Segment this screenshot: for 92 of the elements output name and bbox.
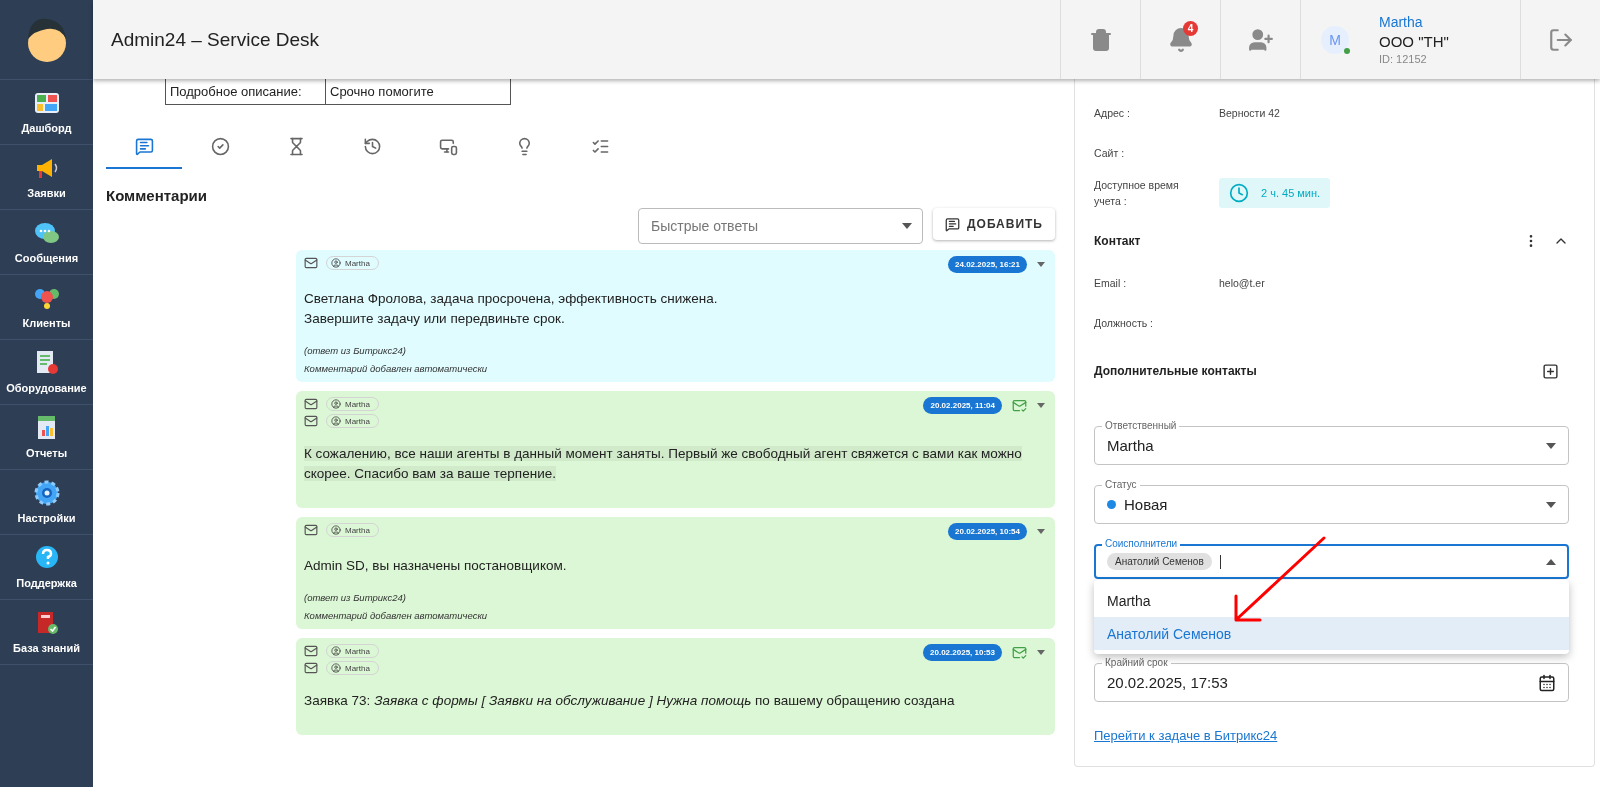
- date-badge: 24.02.2025, 16:21: [948, 256, 1027, 273]
- field-label: Соисполнители: [1102, 538, 1181, 550]
- company-name: ООО "ТН": [1379, 33, 1449, 50]
- date-badge: 20.02.2025, 10:53: [923, 644, 1002, 661]
- dashboard-icon: [33, 90, 60, 116]
- notifications-button[interactable]: 4: [1140, 0, 1220, 79]
- add-user-icon: [1247, 26, 1274, 53]
- dropdown-option[interactable]: Martha: [1094, 584, 1569, 617]
- bitrix-link[interactable]: Перейти к задаче в Битрикс24: [1094, 728, 1278, 743]
- check-circle-icon: [210, 136, 230, 156]
- comment-icon: [945, 216, 961, 232]
- comment-note: (ответ из Битрикс24): [304, 592, 407, 603]
- caret-icon[interactable]: [1037, 650, 1045, 655]
- user-name[interactable]: Martha: [1379, 14, 1449, 30]
- add-button[interactable]: ДОБАВИТЬ: [933, 208, 1055, 240]
- calendar-icon: [1538, 673, 1556, 692]
- field-label: Доступное время учета :: [1094, 178, 1180, 209]
- sidebar-item[interactable]: Сообщения: [0, 210, 93, 275]
- table-cell-text: Срочно помогите: [329, 83, 435, 101]
- section-title: Контакт: [1094, 234, 1141, 248]
- comment-note: (ответ из Битрикс24): [304, 345, 407, 356]
- deadline-field[interactable]: Крайний срок 20.02.2025, 17:53: [1094, 656, 1569, 702]
- field-label: Крайний срок: [1102, 657, 1171, 669]
- responsible-select[interactable]: Ответственный Martha: [1094, 419, 1569, 465]
- sidebar-item[interactable]: Оборудование: [0, 340, 93, 405]
- mail-icon: [304, 256, 318, 270]
- app-title: Admin24 – Service Desk: [110, 28, 321, 51]
- user-icon: [331, 663, 341, 673]
- caret-icon: [1546, 558, 1556, 565]
- coexecutors-select[interactable]: Соисполнители Анатолий Семенов: [1094, 537, 1569, 579]
- history-icon: [362, 136, 382, 156]
- mail-icon: [304, 661, 318, 675]
- caret-icon: [1546, 442, 1556, 449]
- devices-icon: [438, 136, 458, 156]
- field-value: helo@t.er: [1219, 277, 1265, 289]
- comment-text: К сожалению, все наши агенты в данный момент заняты. Первый же свободный агент свяжется с вами как можно скорее. Спасибо вам за ваше терпение.: [304, 445, 1023, 483]
- selected-chip[interactable]: Анатолий Семенов: [1107, 553, 1212, 570]
- sidebar-item[interactable]: Дашборд: [0, 80, 93, 145]
- sidebar-item[interactable]: Поддержка: [0, 535, 93, 600]
- logout-icon: [1547, 26, 1574, 53]
- add-contact-icon: [1542, 362, 1559, 380]
- mail-icon: [304, 644, 318, 658]
- field-value: Верности 42: [1219, 107, 1280, 119]
- user-icon: [331, 416, 341, 426]
- notification-badge: 4: [1183, 21, 1198, 36]
- field-label: Должность :: [1094, 316, 1154, 331]
- quick-replies-select[interactable]: Быстрые ответы: [638, 208, 924, 244]
- user-id: ID: 12152: [1379, 53, 1428, 65]
- user-avatar: M: [1321, 25, 1349, 54]
- caret-icon[interactable]: [1037, 529, 1045, 534]
- sidebar-item[interactable]: Заявки: [0, 145, 93, 210]
- table-cell: Подробное описание:: [166, 79, 326, 104]
- dropdown-option[interactable]: Анатолий Семенов: [1094, 617, 1569, 650]
- field-label: Ответственный: [1102, 420, 1180, 432]
- caret-icon: [902, 223, 913, 229]
- comment-icon: [134, 136, 154, 156]
- sidebar-item[interactable]: Настройки: [0, 470, 93, 535]
- help-icon: [33, 545, 60, 571]
- bell-icon: [1167, 26, 1194, 53]
- mail-icon: [304, 414, 318, 428]
- field-label: Email :: [1094, 276, 1128, 291]
- user-icon: [331, 399, 341, 409]
- caret-icon[interactable]: [1037, 403, 1045, 408]
- clock-icon: [1229, 183, 1249, 203]
- field-label: Адрес :: [1094, 106, 1131, 121]
- comment-text: Заявка 73: Заявка с формы [ Заявки на обслуживание ] Нужна помощь по вашему обращению создана: [304, 692, 956, 710]
- time-badge: 2 ч. 45 мин.: [1219, 178, 1331, 208]
- section-title: Комментарии: [106, 187, 208, 204]
- chat-icon: [33, 220, 60, 246]
- status-select[interactable]: Статус Новая: [1094, 478, 1569, 524]
- add-contact-button[interactable]: [1542, 362, 1559, 380]
- section-title: Дополнительные контакты: [1094, 364, 1257, 378]
- date-badge: 20.02.2025, 10:54: [948, 523, 1027, 540]
- user-icon: [331, 525, 341, 535]
- caret-icon: [1546, 501, 1556, 508]
- comment-note: Комментарий добавлен автоматически: [304, 610, 489, 621]
- date-badge: 20.02.2025, 11:04: [923, 397, 1002, 414]
- sidebar-item[interactable]: Отчеты: [0, 405, 93, 470]
- user-icon: [331, 646, 341, 656]
- mail-icon: [304, 523, 318, 537]
- caret-icon[interactable]: [1037, 262, 1045, 267]
- comment-text: Admin SD, вы назначены постановщиком.: [304, 557, 568, 575]
- sidebar-item[interactable]: База знаний: [0, 600, 93, 665]
- user-icon: [331, 258, 341, 268]
- comment-text: Светлана Фролова, задача просрочена, эффективность снижена. Завершите задачу или передвиньте срок.: [304, 290, 719, 328]
- gear-icon: [33, 480, 60, 506]
- mail-icon: [304, 397, 318, 411]
- comment-note: Комментарий добавлен автоматически: [304, 363, 489, 374]
- trash-icon: [1088, 27, 1113, 52]
- field-label: Сайт :: [1094, 146, 1126, 161]
- sidebar-item[interactable]: Клиенты: [0, 275, 93, 340]
- field-label: Статус: [1102, 479, 1140, 491]
